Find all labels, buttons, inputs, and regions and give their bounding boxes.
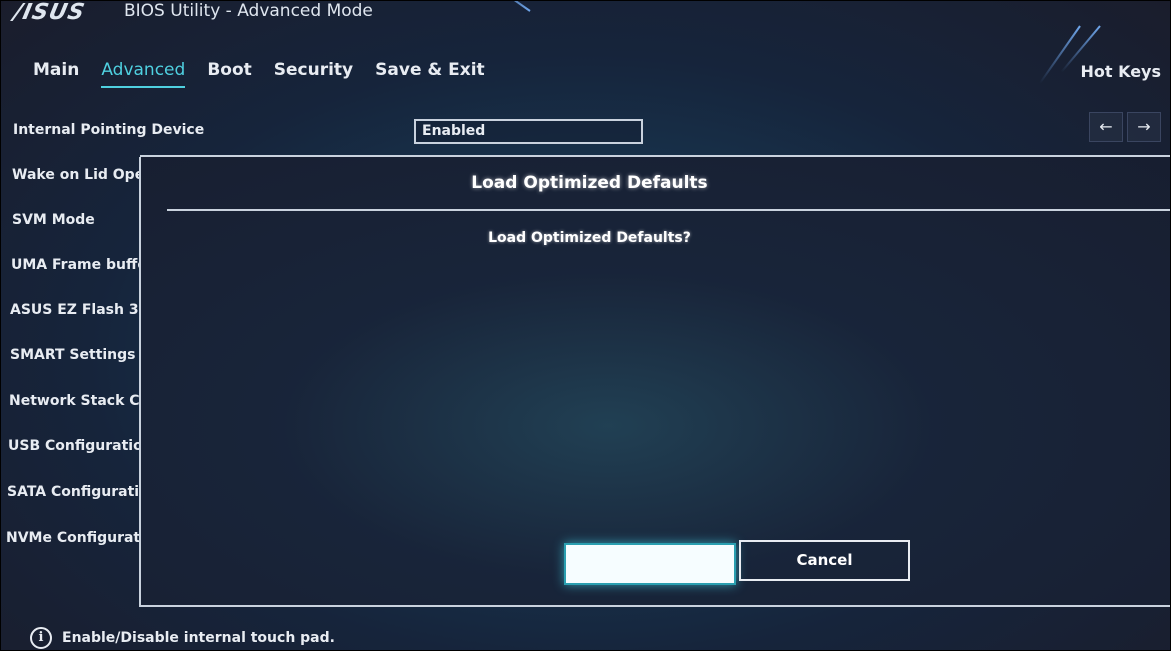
dialog-title: Load Optimized Defaults: [471, 173, 708, 193]
bios-screen: /ISUS BIOS Utility - Advanced Mode Main …: [0, 0, 1171, 651]
setting-sata-configuration[interactable]: SATA Configuratio: [7, 484, 140, 500]
hot-keys-link[interactable]: Hot Keys: [1080, 62, 1161, 81]
setting-network-stack[interactable]: Network Stack Con: [9, 393, 140, 409]
setting-nvme-configuration[interactable]: NVMe Configurati: [6, 530, 140, 546]
setting-uma-frame-buffer[interactable]: UMA Frame buffer: [11, 257, 140, 273]
asus-logo: /ISUS: [11, 0, 88, 25]
tab-main[interactable]: Main: [33, 60, 79, 88]
help-bar: i Enable/Disable internal touch pad.: [30, 627, 335, 649]
setting-asus-ez-flash[interactable]: ASUS EZ Flash 3 U: [10, 302, 140, 318]
dialog-message: Load Optimized Defaults?: [488, 230, 691, 246]
tab-security[interactable]: Security: [274, 60, 353, 88]
ok-button[interactable]: [564, 543, 736, 585]
setting-internal-pointing-device[interactable]: Internal Pointing Device: [13, 122, 204, 138]
arrow-right-icon: →: [1137, 117, 1151, 136]
info-icon: i: [30, 627, 52, 649]
decorative-streak: [480, 0, 531, 12]
setting-usb-configuration[interactable]: USB Configuration: [8, 438, 140, 454]
help-text: Enable/Disable internal touch pad.: [62, 630, 335, 646]
window-title: BIOS Utility - Advanced Mode: [124, 1, 373, 21]
dialog-divider: [167, 209, 1171, 211]
main-tabs: Main Advanced Boot Security Save & Exit: [33, 60, 507, 88]
arrow-left-icon: ←: [1099, 117, 1113, 136]
forward-button[interactable]: →: [1127, 112, 1161, 142]
back-button[interactable]: ←: [1089, 112, 1123, 142]
tab-boot[interactable]: Boot: [207, 60, 251, 88]
load-defaults-dialog: Load Optimized Defaults Load Optimized D…: [139, 157, 1171, 607]
tab-save-exit[interactable]: Save & Exit: [375, 60, 485, 88]
setting-svm-mode[interactable]: SVM Mode: [12, 212, 140, 228]
cancel-button[interactable]: Cancel: [739, 540, 910, 581]
setting-smart-settings[interactable]: SMART Settings: [10, 347, 140, 363]
tab-advanced[interactable]: Advanced: [101, 60, 186, 88]
internal-pointing-device-value[interactable]: Enabled: [414, 119, 643, 144]
